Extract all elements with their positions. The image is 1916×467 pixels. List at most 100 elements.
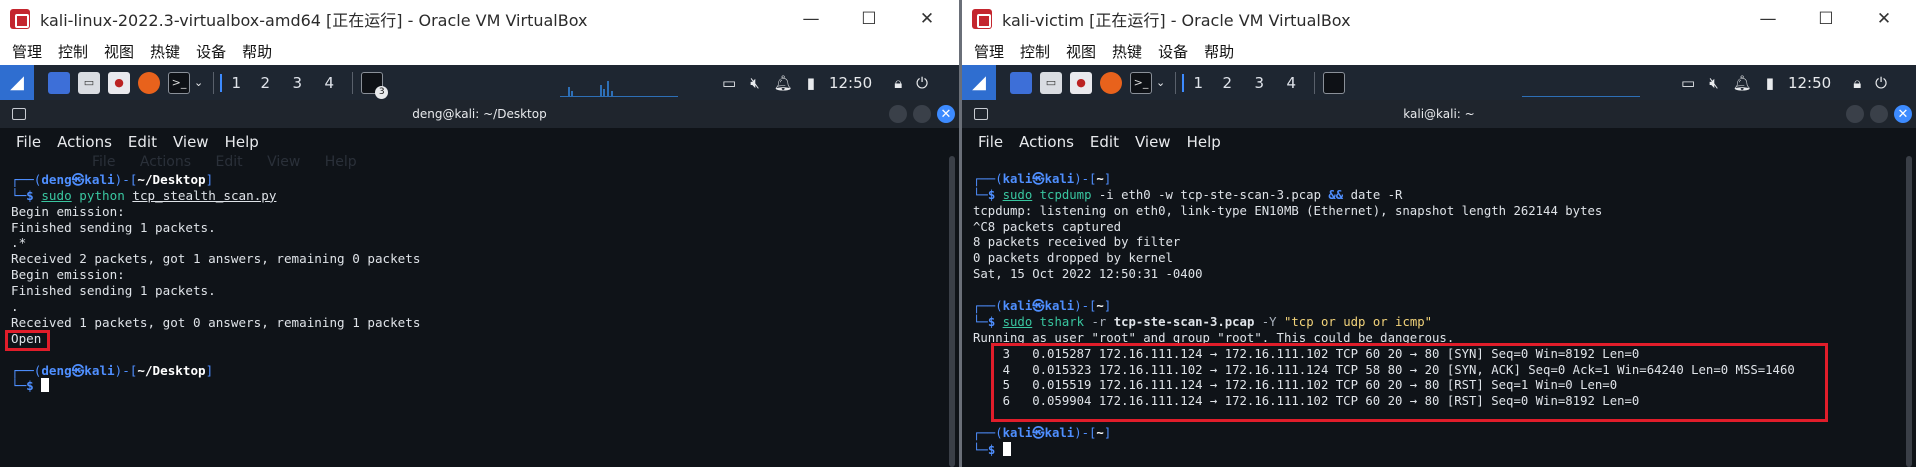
packet-row: 4 0.015323 172.16.111.102 → 172.16.111.1… — [973, 362, 1795, 377]
terminal-window-icon — [12, 108, 26, 120]
kali-menu-icon[interactable]: ◢ — [0, 65, 34, 100]
menu-manage[interactable]: 管理 — [12, 41, 42, 62]
file-manager-icon[interactable]: ▭ — [78, 71, 100, 94]
mute-icon[interactable]: 🔇︎ — [1709, 74, 1718, 92]
chevron-down-icon[interactable]: ⌄ — [194, 76, 203, 89]
workspace-4[interactable]: 4 — [316, 74, 342, 92]
workspace-3[interactable]: 3 — [1246, 74, 1272, 92]
show-desktop-icon[interactable] — [48, 71, 70, 94]
workspace-2[interactable]: 2 — [252, 74, 278, 92]
terminal-close-button[interactable]: ✕ — [937, 105, 955, 123]
command-line: └─$ sudo tshark -r tcp-ste-scan-3.pcap -… — [973, 314, 1433, 329]
terminal-close-button[interactable]: ✕ — [1894, 105, 1912, 123]
output-line: Finished sending 1 packets. — [11, 283, 216, 299]
firefox-icon[interactable] — [1100, 71, 1122, 94]
menu-hotkeys[interactable]: 热键 — [1112, 41, 1142, 62]
maximize-button[interactable]: ☐ — [840, 0, 898, 38]
warning-line: Running as user "root" and group "root".… — [973, 330, 1455, 345]
menu-control[interactable]: 控制 — [58, 41, 88, 62]
mute-icon[interactable]: 🔇︎ — [750, 74, 759, 92]
panel-clock: 12:50 — [828, 73, 873, 92]
file-manager-icon[interactable]: ▭ — [1040, 71, 1062, 94]
menu-view[interactable]: 视图 — [104, 41, 134, 62]
right-vbox-menubar: 管理 控制 视图 热键 设备 帮助 — [962, 38, 1916, 65]
chevron-down-icon[interactable]: ⌄ — [1156, 76, 1165, 89]
firefox-icon[interactable] — [138, 71, 160, 94]
kali-menu-icon[interactable]: ◢ — [962, 65, 996, 100]
lock-icon[interactable]: 🔒︎ — [894, 74, 902, 92]
output-line: 0 packets dropped by kernel — [973, 251, 1173, 266]
term-menu-file[interactable]: File — [978, 133, 1003, 151]
maximize-button[interactable]: ☐ — [1797, 0, 1855, 38]
term-menu-actions[interactable]: Actions — [57, 133, 112, 151]
workspace-3[interactable]: 3 — [284, 74, 310, 92]
workspace-4[interactable]: 4 — [1278, 74, 1304, 92]
power-icon[interactable]: ⏻ — [916, 74, 928, 92]
menu-manage[interactable]: 管理 — [974, 41, 1004, 62]
menu-view[interactable]: 视图 — [1066, 41, 1096, 62]
minimize-button[interactable]: — — [782, 0, 840, 38]
text-cursor — [41, 378, 50, 393]
right-terminal-scrollbar[interactable] — [1906, 156, 1912, 467]
term-menu-file[interactable]: File — [16, 133, 41, 151]
term-menu-view[interactable]: View — [173, 133, 209, 151]
menu-devices[interactable]: 设备 — [196, 41, 226, 62]
notification-bell-icon[interactable]: 🔔︎ — [1733, 74, 1752, 92]
display-icon[interactable]: ▭ — [722, 74, 736, 92]
menu-hotkeys[interactable]: 热键 — [150, 41, 180, 62]
right-terminal-titlebar: kali@kali: ~ ✕ — [962, 100, 1916, 128]
workspace-2[interactable]: 2 — [1214, 74, 1240, 92]
right-terminal-output[interactable]: ┌──(kali㉿kali)-[~] └─$ sudo tcpdump -i et… — [962, 156, 1900, 467]
terminal-launcher-icon[interactable]: >_ — [1130, 71, 1152, 94]
display-icon[interactable]: ▭ — [1681, 74, 1695, 92]
terminal-launcher-icon[interactable]: >_ — [168, 71, 190, 94]
packet-row: 6 0.059904 172.16.111.124 → 172.16.111.1… — [973, 394, 1640, 409]
right-vm-window: kali-victim [正在运行] - Oracle VM VirtualBo… — [962, 0, 1916, 467]
term-menu-help[interactable]: Help — [1187, 133, 1221, 151]
term-menu-actions[interactable]: Actions — [1019, 133, 1074, 151]
task-count-badge: 3 — [375, 85, 389, 99]
terminal-task-icon[interactable] — [1323, 71, 1346, 94]
menu-help[interactable]: 帮助 — [242, 41, 272, 62]
packet-row: 3 0.015287 172.16.111.124 → 172.16.111.1… — [973, 346, 1640, 361]
text-editor-icon[interactable]: ● — [1070, 71, 1092, 94]
terminal-minimize-button[interactable] — [889, 105, 907, 123]
menu-control[interactable]: 控制 — [1020, 41, 1050, 62]
prompt-line: ┌──(kali㉿kali)-[~] — [973, 171, 1112, 186]
prompt-line: ┌──(deng㉿kali)-[~/Desktop] — [11, 362, 214, 378]
term-menu-edit[interactable]: Edit — [128, 133, 157, 151]
workspace-1[interactable]: 1 — [220, 73, 246, 92]
left-terminal-menu: File Actions Edit View Help — [0, 128, 959, 156]
minimize-button[interactable]: — — [1739, 0, 1797, 38]
text-editor-icon[interactable]: ● — [108, 71, 130, 94]
term-menu-view[interactable]: View — [1135, 133, 1171, 151]
term-menu-edit[interactable]: Edit — [1090, 133, 1119, 151]
menu-devices[interactable]: 设备 — [1158, 41, 1188, 62]
output-line: 8 packets received by filter — [973, 235, 1181, 250]
terminal-minimize-button[interactable] — [1846, 105, 1864, 123]
command-line: └─$ — [973, 442, 1900, 458]
panel-clock: 12:50 — [1787, 73, 1832, 92]
show-desktop-icon[interactable] — [1010, 71, 1032, 94]
menu-help[interactable]: 帮助 — [1204, 41, 1234, 62]
terminal-maximize-button[interactable] — [1870, 105, 1888, 123]
left-vbox-menubar: 管理 控制 视图 热键 设备 帮助 — [0, 38, 959, 65]
notification-bell-icon[interactable]: 🔔︎ — [774, 74, 793, 92]
lock-icon[interactable]: 🔒︎ — [1853, 74, 1861, 92]
workspace-1[interactable]: 1 — [1182, 73, 1208, 92]
power-icon[interactable]: ⏻ — [1875, 74, 1887, 92]
terminal-maximize-button[interactable] — [913, 105, 931, 123]
left-terminal-scrollbar[interactable] — [949, 156, 955, 467]
terminal-task-icon[interactable]: 3 — [361, 71, 389, 99]
battery-icon[interactable]: ▮ — [807, 74, 815, 92]
battery-icon[interactable]: ▮ — [1766, 74, 1774, 92]
command-line: └─$ — [11, 378, 943, 394]
close-button[interactable]: ✕ — [1855, 0, 1913, 38]
left-titlebar: kali-linux-2022.3-virtualbox-amd64 [正在运行… — [0, 0, 959, 38]
left-terminal-output[interactable]: ┌──(deng㉿kali)-[~/Desktop] └─$ sudo pytho… — [0, 156, 943, 467]
close-button[interactable]: ✕ — [898, 0, 956, 38]
term-menu-help[interactable]: Help — [225, 133, 259, 151]
